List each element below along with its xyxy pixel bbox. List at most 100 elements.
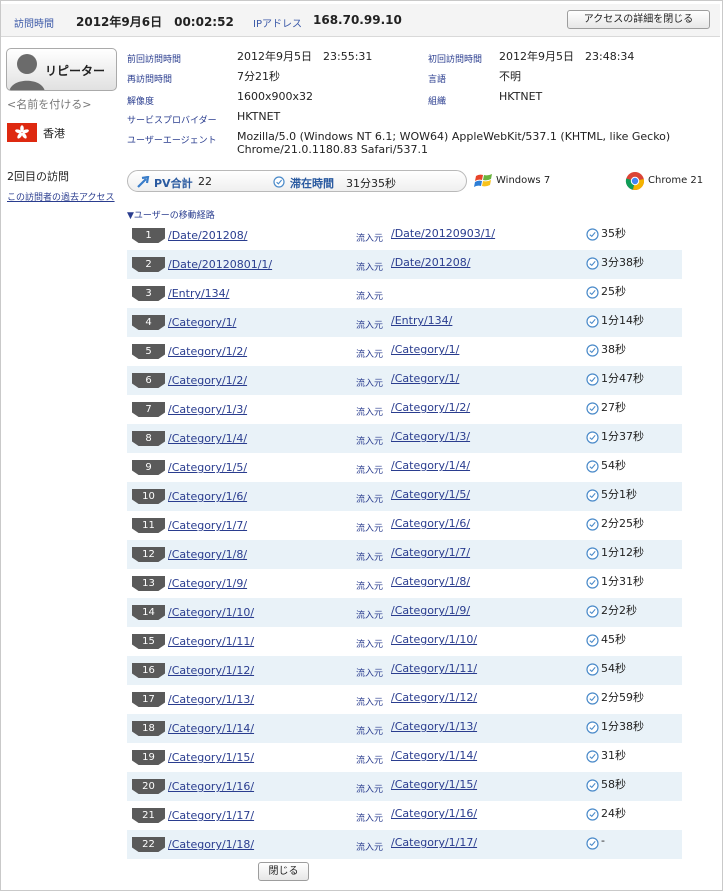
- page-link[interactable]: /Category/1/14/: [168, 722, 254, 735]
- route-row: 5/Category/1/2/流入元/Category/1/38秒: [127, 337, 682, 366]
- page-link[interactable]: /Entry/134/: [168, 287, 229, 300]
- page-link[interactable]: /Category/1/10/: [168, 606, 254, 619]
- route-row: 10/Category/1/6/流入元/Category/1/5/5分1秒: [127, 482, 682, 511]
- referrer-link[interactable]: /Category/1/12/: [391, 691, 477, 704]
- inflow-label: 流入元: [356, 524, 384, 534]
- name-visitor-link[interactable]: <名前を付ける>: [7, 96, 91, 112]
- referrer-link[interactable]: /Category/1/8/: [391, 575, 470, 588]
- page-link[interactable]: /Category/1/8/: [168, 548, 247, 561]
- page-link[interactable]: /Category/1/7/: [168, 519, 247, 532]
- duration-value: 54秒: [601, 662, 626, 675]
- referrer-link[interactable]: /Category/1/11/: [391, 662, 477, 675]
- page-link[interactable]: /Date/20120801/1/: [168, 258, 272, 271]
- close-details-button[interactable]: アクセスの詳細を閉じる: [567, 10, 710, 29]
- person-silhouette-icon: [9, 54, 45, 90]
- page-link[interactable]: /Category/1/16/: [168, 780, 254, 793]
- page-link[interactable]: /Category/1/17/: [168, 809, 254, 822]
- page-link[interactable]: /Category/1/2/: [168, 345, 247, 358]
- os-name: Windows 7: [496, 175, 551, 186]
- step-number-badge: 3: [132, 286, 165, 301]
- page-link[interactable]: /Category/1/9/: [168, 577, 247, 590]
- inflow-label: 流入元: [356, 582, 384, 592]
- duration-value: 38秒: [601, 343, 626, 356]
- referrer-link[interactable]: /Category/1/: [391, 343, 459, 356]
- duration-value: 24秒: [601, 807, 626, 820]
- page-link[interactable]: /Category/1/18/: [168, 838, 254, 851]
- header-bar: 訪問時間 2012年9月6日 00:02:52 IPアドレス 168.70.99…: [1, 4, 720, 37]
- referrer-link[interactable]: /Category/1/3/: [391, 430, 470, 443]
- step-number-badge: 17: [132, 692, 165, 707]
- page-link[interactable]: /Category/1/3/: [168, 403, 247, 416]
- page-link[interactable]: /Category/1/15/: [168, 751, 254, 764]
- duration-value: 25秒: [601, 285, 626, 298]
- referrer-link[interactable]: /Category/1/4/: [391, 459, 470, 472]
- referrer-link[interactable]: /Category/1/10/: [391, 633, 477, 646]
- route-row: 1/Date/201208/流入元/Date/20120903/1/35秒: [127, 221, 682, 250]
- duration-value: 45秒: [601, 633, 626, 646]
- referrer-link[interactable]: /Category/1/7/: [391, 546, 470, 559]
- referrer-link[interactable]: /Date/20120903/1/: [391, 227, 495, 240]
- referrer-link[interactable]: /Category/1/6/: [391, 517, 470, 530]
- inflow-label: 流入元: [356, 727, 384, 737]
- route-row: 9/Category/1/5/流入元/Category/1/4/54秒: [127, 453, 682, 482]
- language-value: 不明: [499, 70, 521, 83]
- clock-icon: [586, 516, 599, 535]
- referrer-link[interactable]: /Category/1/13/: [391, 720, 477, 733]
- duration-value: 1分12秒: [601, 546, 644, 559]
- clock-icon: [586, 255, 599, 274]
- route-row: 21/Category/1/17/流入元/Category/1/16/24秒: [127, 801, 682, 830]
- route-row: 11/Category/1/7/流入元/Category/1/6/2分25秒: [127, 511, 682, 540]
- past-access-link[interactable]: この訪問者の過去アクセス: [7, 190, 115, 203]
- route-row: 6/Category/1/2/流入元/Category/1/1分47秒: [127, 366, 682, 395]
- page-link[interactable]: /Category/1/2/: [168, 374, 247, 387]
- referrer-link[interactable]: /Category/1/: [391, 372, 459, 385]
- referrer-link[interactable]: /Category/1/2/: [391, 401, 470, 414]
- duration-value: 2分59秒: [601, 691, 644, 704]
- page-link[interactable]: /Category/1/11/: [168, 635, 254, 648]
- route-row: 19/Category/1/15/流入元/Category/1/14/31秒: [127, 743, 682, 772]
- route-row: 3/Entry/134/流入元 25秒: [127, 279, 682, 308]
- page-link[interactable]: /Category/1/4/: [168, 432, 247, 445]
- close-button[interactable]: 閉じる: [258, 862, 309, 881]
- step-number-badge: 19: [132, 750, 165, 765]
- stay-time-label: 滞在時間: [290, 177, 334, 190]
- step-number-badge: 14: [132, 605, 165, 620]
- route-row: 13/Category/1/9/流入元/Category/1/8/1分31秒: [127, 569, 682, 598]
- referrer-link[interactable]: /Category/1/16/: [391, 807, 477, 820]
- page-link[interactable]: /Category/1/: [168, 316, 236, 329]
- clock-icon: [586, 371, 599, 390]
- inflow-label: 流入元: [356, 698, 384, 708]
- route-row: 16/Category/1/12/流入元/Category/1/11/54秒: [127, 656, 682, 685]
- clock-icon: [586, 835, 599, 854]
- route-row: 8/Category/1/4/流入元/Category/1/3/1分37秒: [127, 424, 682, 453]
- page-link[interactable]: /Date/201208/: [168, 229, 247, 242]
- inflow-label: 流入元: [356, 379, 384, 389]
- route-list: 1/Date/201208/流入元/Date/20120903/1/35秒 2/D…: [127, 221, 682, 859]
- referrer-link[interactable]: /Category/1/15/: [391, 778, 477, 791]
- referrer-link[interactable]: /Category/1/9/: [391, 604, 470, 617]
- duration-value: 1分14秒: [601, 314, 644, 327]
- referrer-link[interactable]: /Category/1/17/: [391, 836, 477, 849]
- page-link[interactable]: /Category/1/5/: [168, 461, 247, 474]
- pv-total-label: PV合計: [154, 177, 193, 190]
- referrer-link[interactable]: /Entry/134/: [391, 314, 452, 327]
- prev-visit-value: 2012年9月5日 23:55:31: [237, 50, 373, 63]
- page-link[interactable]: /Category/1/13/: [168, 693, 254, 706]
- page-link[interactable]: /Category/1/12/: [168, 664, 254, 677]
- inflow-label: 流入元: [356, 466, 384, 476]
- inflow-label: 流入元: [356, 553, 384, 563]
- step-number-badge: 11: [132, 518, 165, 533]
- duration-value: 2分2秒: [601, 604, 637, 617]
- referrer-link[interactable]: /Date/201208/: [391, 256, 470, 269]
- referrer-link[interactable]: /Category/1/14/: [391, 749, 477, 762]
- duration-value: 3分38秒: [601, 256, 644, 269]
- clock-icon: [586, 632, 599, 651]
- referrer-link[interactable]: /Category/1/5/: [391, 488, 470, 501]
- clock-icon: [586, 690, 599, 709]
- revisit-label: 再訪問時間: [127, 75, 173, 85]
- repeater-badge: リピーター: [6, 48, 117, 91]
- inflow-label: 流入元: [356, 785, 384, 795]
- duration-value: 27秒: [601, 401, 626, 414]
- page-link[interactable]: /Category/1/6/: [168, 490, 247, 503]
- step-number-badge: 15: [132, 634, 165, 649]
